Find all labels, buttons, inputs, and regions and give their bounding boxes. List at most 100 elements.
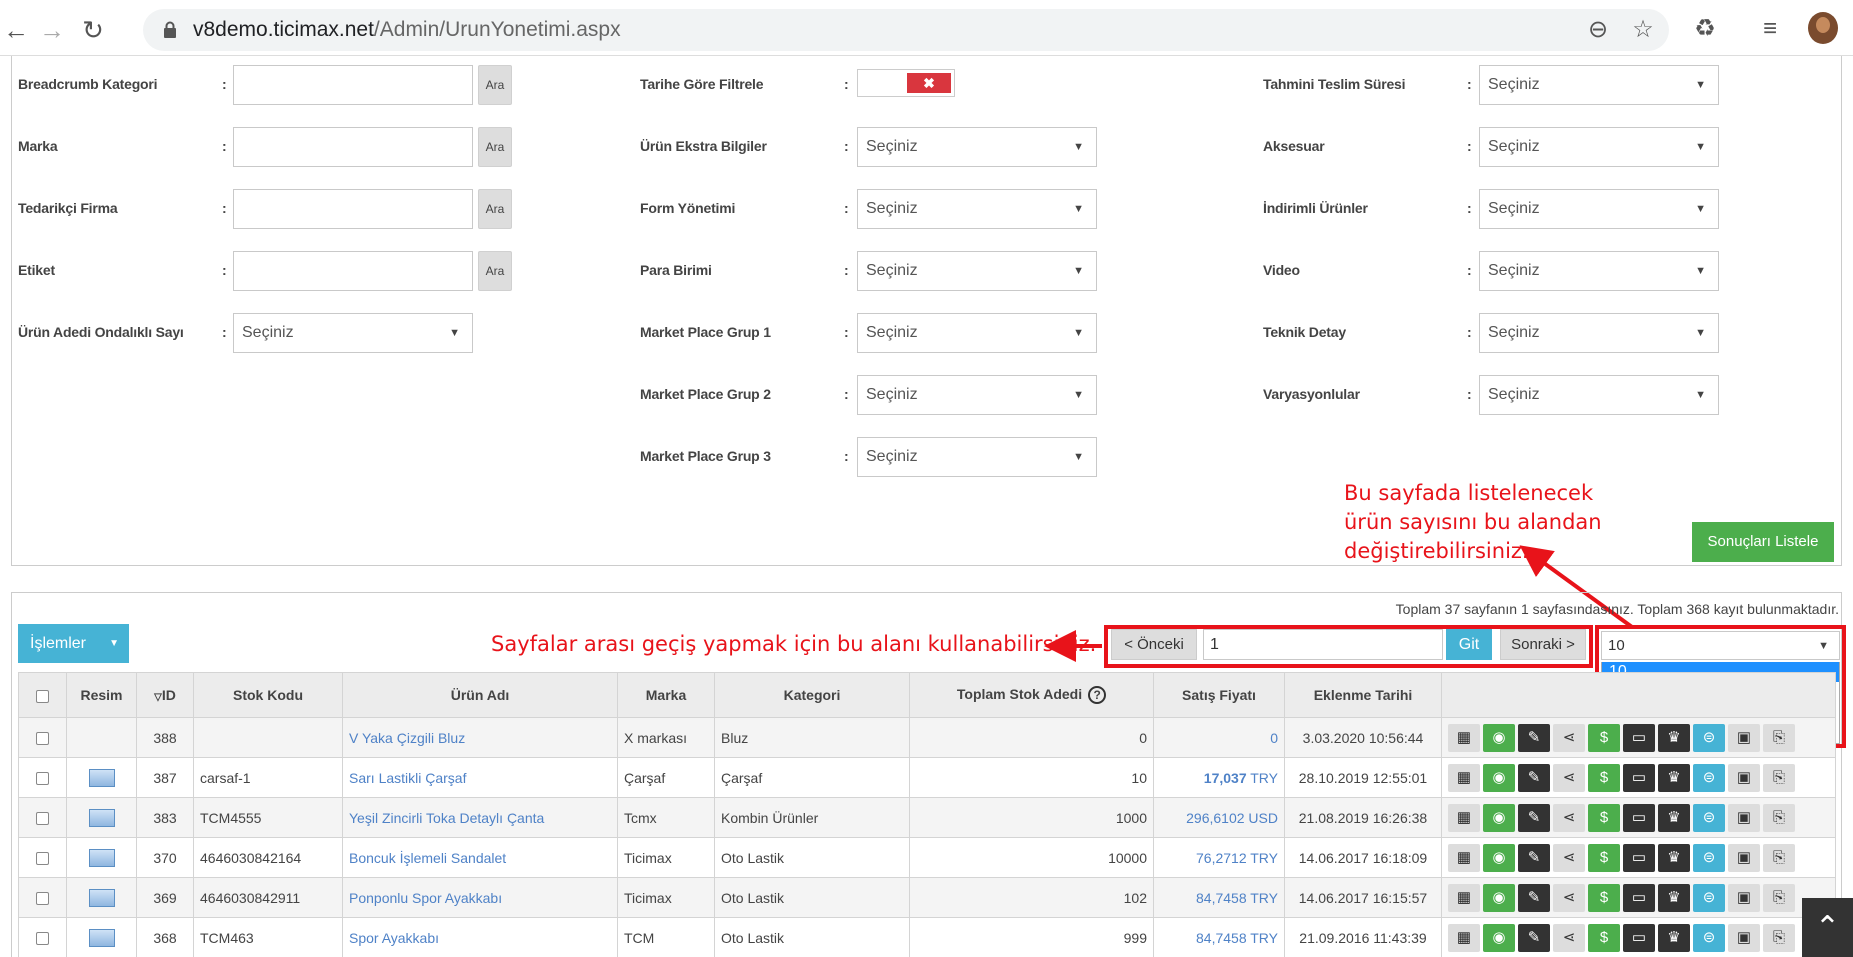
select-all-checkbox[interactable] bbox=[36, 689, 49, 703]
row-checkbox[interactable] bbox=[36, 932, 49, 946]
monitor-icon[interactable]: ▭ bbox=[1623, 923, 1655, 952]
forward-icon[interactable]: → bbox=[36, 14, 68, 46]
date-filter-toggle[interactable]: ✖ bbox=[857, 69, 955, 97]
queue-icon[interactable]: ≡ bbox=[1755, 14, 1785, 44]
monitor-icon[interactable]: ▭ bbox=[1623, 843, 1655, 872]
help-icon[interactable]: ? bbox=[1088, 686, 1107, 705]
grid-icon[interactable]: ▦ bbox=[1448, 803, 1480, 832]
chevron-up-icon[interactable]: ⌃ bbox=[1802, 898, 1853, 957]
product-name-link[interactable]: Ponponlu Spor Ayakkabı bbox=[349, 890, 502, 906]
pencil-icon[interactable]: ✎ bbox=[1518, 723, 1550, 752]
filter-search-button[interactable]: Ara bbox=[478, 65, 512, 105]
filter-select[interactable]: Seçiniz ▼ bbox=[857, 437, 1097, 477]
col-header-id[interactable]: ▽ID bbox=[136, 672, 194, 718]
row-price[interactable]: 296,6102 bbox=[1186, 810, 1244, 826]
monitor-icon[interactable]: ▭ bbox=[1623, 883, 1655, 912]
product-thumbnail[interactable] bbox=[88, 768, 115, 787]
share-icon[interactable]: ⋖ bbox=[1553, 883, 1585, 912]
share-icon[interactable]: ⋖ bbox=[1553, 923, 1585, 952]
list-results-button[interactable]: Sonuçları Listele bbox=[1692, 522, 1834, 562]
grid-icon[interactable]: ▦ bbox=[1448, 883, 1480, 912]
filter-text-input[interactable] bbox=[233, 189, 473, 229]
grid-icon[interactable]: ▦ bbox=[1448, 723, 1480, 752]
filter-select[interactable]: Seçiniz ▼ bbox=[1479, 65, 1719, 105]
row-price[interactable]: 76,2712 bbox=[1196, 850, 1247, 866]
trophy-icon[interactable]: ♛ bbox=[1658, 923, 1690, 952]
eye-icon[interactable]: ◉ bbox=[1483, 843, 1515, 872]
filter-select[interactable]: Seçiniz ▼ bbox=[1479, 251, 1719, 291]
copy-icon[interactable]: ⎘ bbox=[1763, 803, 1795, 832]
row-price[interactable]: 84,7458 bbox=[1196, 890, 1247, 906]
image-icon[interactable]: ▣ bbox=[1728, 883, 1760, 912]
monitor-icon[interactable]: ▭ bbox=[1623, 723, 1655, 752]
product-name-link[interactable]: Boncuk İşlemeli Sandalet bbox=[349, 850, 506, 866]
filter-select[interactable]: Seçiniz ▼ bbox=[857, 313, 1097, 353]
share-icon[interactable]: ⋖ bbox=[1553, 843, 1585, 872]
filter-select[interactable]: Seçiniz ▼ bbox=[857, 375, 1097, 415]
copy-icon[interactable]: ⎘ bbox=[1763, 883, 1795, 912]
row-price[interactable]: 84,7458 bbox=[1196, 930, 1247, 946]
money-icon[interactable]: $ bbox=[1588, 803, 1620, 832]
grid-icon[interactable]: ▦ bbox=[1448, 923, 1480, 952]
trophy-icon[interactable]: ♛ bbox=[1658, 843, 1690, 872]
pencil-icon[interactable]: ✎ bbox=[1518, 923, 1550, 952]
money-icon[interactable]: $ bbox=[1588, 843, 1620, 872]
star-icon[interactable]: ☆ bbox=[1628, 15, 1658, 45]
pencil-icon[interactable]: ✎ bbox=[1518, 843, 1550, 872]
image-icon[interactable]: ▣ bbox=[1728, 923, 1760, 952]
pencil-icon[interactable]: ✎ bbox=[1518, 763, 1550, 792]
row-checkbox[interactable] bbox=[36, 892, 49, 906]
coins-icon[interactable]: ⊜ bbox=[1693, 843, 1725, 872]
row-checkbox[interactable] bbox=[36, 812, 49, 826]
row-checkbox[interactable] bbox=[36, 772, 49, 786]
copy-icon[interactable]: ⎘ bbox=[1763, 763, 1795, 792]
pencil-icon[interactable]: ✎ bbox=[1518, 883, 1550, 912]
image-icon[interactable]: ▣ bbox=[1728, 803, 1760, 832]
filter-search-button[interactable]: Ara bbox=[478, 189, 512, 229]
filter-text-input[interactable] bbox=[233, 127, 473, 167]
image-icon[interactable]: ▣ bbox=[1728, 723, 1760, 752]
coins-icon[interactable]: ⊜ bbox=[1693, 923, 1725, 952]
share-icon[interactable]: ⋖ bbox=[1553, 803, 1585, 832]
money-icon[interactable]: $ bbox=[1588, 923, 1620, 952]
actions-dropdown-button[interactable]: İşlemler ▼ bbox=[18, 624, 129, 663]
reload-icon[interactable]: ↻ bbox=[77, 14, 109, 46]
url-text[interactable]: v8demo.ticimax.net/Admin/UrunYonetimi.as… bbox=[193, 9, 621, 51]
copy-icon[interactable]: ⎘ bbox=[1763, 723, 1795, 752]
back-icon[interactable]: ← bbox=[0, 14, 32, 46]
money-icon[interactable]: $ bbox=[1588, 883, 1620, 912]
extension-icon[interactable]: ♻ bbox=[1690, 14, 1720, 44]
trophy-icon[interactable]: ♛ bbox=[1658, 883, 1690, 912]
copy-icon[interactable]: ⎘ bbox=[1763, 843, 1795, 872]
grid-icon[interactable]: ▦ bbox=[1448, 843, 1480, 872]
coins-icon[interactable]: ⊜ bbox=[1693, 803, 1725, 832]
coins-icon[interactable]: ⊜ bbox=[1693, 763, 1725, 792]
product-name-link[interactable]: Sarı Lastikli Çarşaf bbox=[349, 770, 466, 786]
monitor-icon[interactable]: ▭ bbox=[1623, 763, 1655, 792]
zoom-out-icon[interactable]: ⊖ bbox=[1583, 15, 1613, 45]
product-name-link[interactable]: V Yaka Çizgili Bluz bbox=[349, 730, 465, 746]
eye-icon[interactable]: ◉ bbox=[1483, 723, 1515, 752]
share-icon[interactable]: ⋖ bbox=[1553, 763, 1585, 792]
filter-select[interactable]: Seçiniz ▼ bbox=[1479, 375, 1719, 415]
copy-icon[interactable]: ⎘ bbox=[1763, 923, 1795, 952]
product-thumbnail[interactable] bbox=[88, 808, 115, 827]
product-name-link[interactable]: Spor Ayakkabı bbox=[349, 930, 439, 946]
monitor-icon[interactable]: ▭ bbox=[1623, 803, 1655, 832]
image-icon[interactable]: ▣ bbox=[1728, 763, 1760, 792]
product-thumbnail[interactable] bbox=[88, 888, 115, 907]
filter-select[interactable]: Seçiniz ▼ bbox=[857, 189, 1097, 229]
filter-select[interactable]: Seçiniz ▼ bbox=[1479, 189, 1719, 229]
money-icon[interactable]: $ bbox=[1588, 763, 1620, 792]
filter-select[interactable]: Seçiniz ▼ bbox=[1479, 313, 1719, 353]
filter-text-input[interactable] bbox=[233, 251, 473, 291]
money-icon[interactable]: $ bbox=[1588, 723, 1620, 752]
filter-select[interactable]: Seçiniz ▼ bbox=[1479, 127, 1719, 167]
pencil-icon[interactable]: ✎ bbox=[1518, 803, 1550, 832]
eye-icon[interactable]: ◉ bbox=[1483, 763, 1515, 792]
product-thumbnail[interactable] bbox=[88, 928, 115, 947]
coins-icon[interactable]: ⊜ bbox=[1693, 883, 1725, 912]
grid-icon[interactable]: ▦ bbox=[1448, 763, 1480, 792]
trophy-icon[interactable]: ♛ bbox=[1658, 803, 1690, 832]
filter-select[interactable]: Seçiniz ▼ bbox=[857, 251, 1097, 291]
